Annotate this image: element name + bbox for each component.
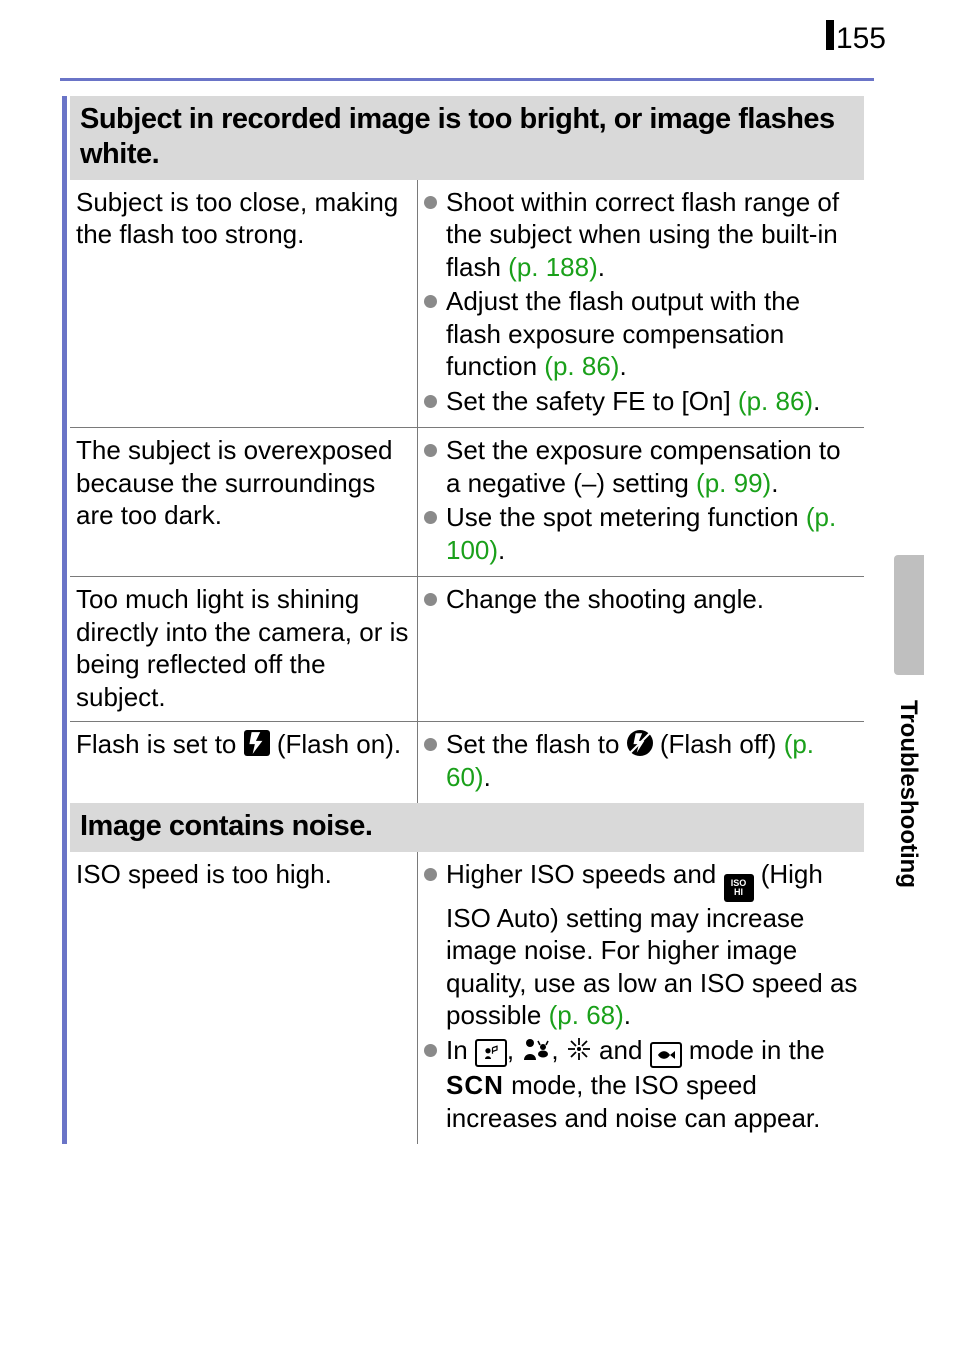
remedy-item: Set the flash to (Flash off) (p. 60). <box>424 728 858 793</box>
flash-off-icon <box>627 730 653 756</box>
aquarium-icon <box>650 1042 682 1068</box>
side-accent <box>62 96 67 1144</box>
indoor-icon <box>475 1039 507 1067</box>
remedy-list: Shoot within correct flash range of the … <box>424 186 858 418</box>
page: 155 Troubleshooting Subject in recorded … <box>0 0 954 1345</box>
fireworks-icon <box>566 1036 592 1070</box>
table-row: ISO speed is too high.Higher ISO speeds … <box>70 852 864 1145</box>
remedy-list: Set the exposure compensation to a negat… <box>424 434 858 566</box>
scn-label: SCN <box>446 1070 504 1100</box>
flash-on-icon <box>244 730 270 756</box>
remedy-item: Change the shooting angle. <box>424 583 858 616</box>
remedy-item: In , , and mode in the SCN mode, the ISO… <box>424 1034 858 1135</box>
remedy-list: Higher ISO speeds and ISOHI (High ISO Au… <box>424 858 858 1135</box>
troubleshooting-table: ISO speed is too high.Higher ISO speeds … <box>70 852 864 1145</box>
remedy-cell: Change the shooting angle. <box>418 577 865 722</box>
remedy-item: Set the safety FE to [On] (p. 86). <box>424 385 858 418</box>
remedy-cell: Set the exposure compensation to a negat… <box>418 428 865 577</box>
content: Subject in recorded image is too bright,… <box>70 96 864 1144</box>
remedy-item: Adjust the flash output with the flash e… <box>424 285 858 383</box>
page-ref: (p. 100) <box>446 502 836 565</box>
table-row: Too much light is shining directly into … <box>70 577 864 722</box>
remedy-cell: Shoot within correct flash range of the … <box>418 180 865 428</box>
cause-cell: Too much light is shining directly into … <box>70 577 418 722</box>
remedy-item: Use the spot metering function (p. 100). <box>424 501 858 566</box>
table-row: Subject is too close, making the flash t… <box>70 180 864 428</box>
page-ref: (p. 99) <box>696 468 771 498</box>
page-number-tick <box>826 20 834 50</box>
page-ref: (p. 86) <box>544 351 619 381</box>
page-ref: (p. 188) <box>508 252 598 282</box>
remedy-cell: Higher ISO speeds and ISOHI (High ISO Au… <box>418 852 865 1145</box>
page-number: 155 <box>836 22 886 56</box>
side-tab-label: Troubleshooting <box>894 700 922 888</box>
cause-cell: ISO speed is too high. <box>70 852 418 1145</box>
remedy-list: Change the shooting angle. <box>424 583 858 616</box>
section-header: Subject in recorded image is too bright,… <box>70 96 864 180</box>
remedy-list: Set the flash to (Flash off) (p. 60). <box>424 728 858 793</box>
remedy-item: Shoot within correct flash range of the … <box>424 186 858 284</box>
page-ref: (p. 86) <box>738 386 813 416</box>
cause-cell: The subject is overexposed because the s… <box>70 428 418 577</box>
side-tab <box>894 555 924 675</box>
table-row: The subject is overexposed because the s… <box>70 428 864 577</box>
section-header: Image contains noise. <box>70 803 864 852</box>
remedy-cell: Set the flash to (Flash off) (p. 60). <box>418 722 865 804</box>
remedy-item: Set the exposure compensation to a negat… <box>424 434 858 499</box>
top-rule <box>60 78 874 81</box>
page-number-area: 155 <box>826 20 886 56</box>
troubleshooting-table: Subject is too close, making the flash t… <box>70 180 864 804</box>
table-row: Flash is set to (Flash on).Set the flash… <box>70 722 864 804</box>
remedy-item: Higher ISO speeds and ISOHI (High ISO Au… <box>424 858 858 1032</box>
kids-pets-icon <box>521 1036 551 1070</box>
cause-cell: Flash is set to (Flash on). <box>70 722 418 804</box>
cause-cell: Subject is too close, making the flash t… <box>70 180 418 428</box>
iso-hi-icon: ISOHI <box>724 874 754 902</box>
page-ref: (p. 68) <box>549 1000 624 1030</box>
